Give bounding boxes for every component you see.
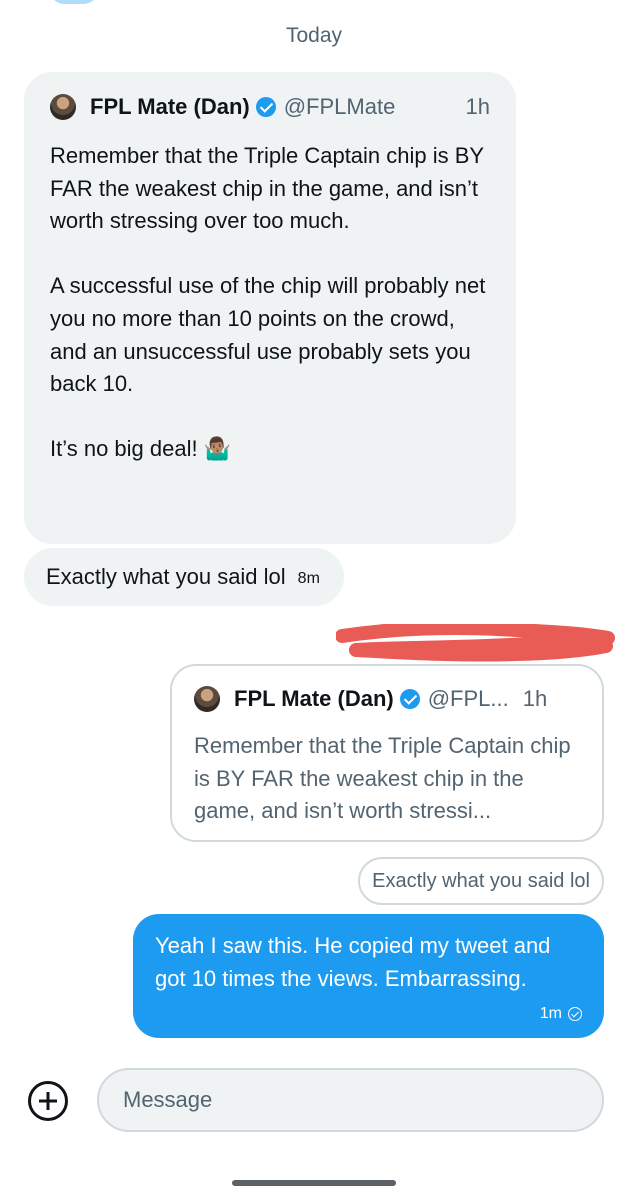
incoming-quoted-tweet[interactable]: FPL Mate (Dan) @FPLMate 1h Remember that… xyxy=(24,72,516,544)
tweet-closing-line: It’s no big deal! 🤷🏽‍♂️ xyxy=(50,433,490,466)
redaction-scribble xyxy=(336,624,615,662)
tweet-body: Remember that the Triple Captain chip is… xyxy=(50,140,490,466)
avatar[interactable] xyxy=(194,686,220,712)
sent-check-icon xyxy=(568,1007,582,1021)
message-time: 1m xyxy=(539,1005,562,1022)
incoming-message-bubble[interactable]: Exactly what you said lol 8m xyxy=(24,548,344,606)
tweet-time: 1h xyxy=(522,686,548,711)
tweet-paragraph: A successful use of the chip will probab… xyxy=(50,273,486,397)
shrug-emoji-icon: 🤷🏽‍♂️ xyxy=(203,436,232,462)
message-meta: 1m xyxy=(540,1005,582,1023)
tweet-time: 1h xyxy=(465,94,490,119)
home-indicator xyxy=(232,1180,396,1186)
avatar[interactable] xyxy=(50,94,76,120)
author-handle: @FPL... xyxy=(427,686,509,711)
message-text: Yeah I saw this. He copied my tweet and … xyxy=(155,933,551,991)
tweet-header: FPL Mate (Dan) @FPLMate 1h xyxy=(50,94,490,120)
dm-conversation-screen: Today FPL Mate (Dan) @FPLMate 1h Remembe… xyxy=(0,0,628,1200)
message-input[interactable] xyxy=(97,1068,604,1132)
reply-reference[interactable]: Exactly what you said lol xyxy=(358,857,604,905)
previous-message-fragment xyxy=(50,0,98,4)
tweet-header: FPL Mate (Dan) @FPL... 1h xyxy=(194,686,580,712)
verified-badge-icon xyxy=(399,689,420,709)
message-text: Exactly what you said lol xyxy=(46,564,286,589)
tweet-closing-text: It’s no big deal! xyxy=(50,436,198,462)
author-name[interactable]: FPL Mate (Dan) xyxy=(234,686,394,712)
message-time: 8m xyxy=(297,570,320,587)
author-handle: @FPLMate xyxy=(283,94,396,119)
add-attachment-button[interactable] xyxy=(28,1081,68,1121)
date-separator: Today xyxy=(285,24,343,47)
quoted-tweet-text: Remember that the Triple Captain chip is… xyxy=(194,733,571,823)
author-name[interactable]: FPL Mate (Dan) xyxy=(90,94,250,120)
tweet-paragraph: Remember that the Triple Captain chip is… xyxy=(50,143,484,234)
outgoing-quoted-tweet[interactable]: FPL Mate (Dan) @FPL... 1h Remember that … xyxy=(170,664,604,842)
outgoing-message-bubble[interactable]: Yeah I saw this. He copied my tweet and … xyxy=(133,914,604,1038)
verified-badge-icon xyxy=(255,97,276,117)
